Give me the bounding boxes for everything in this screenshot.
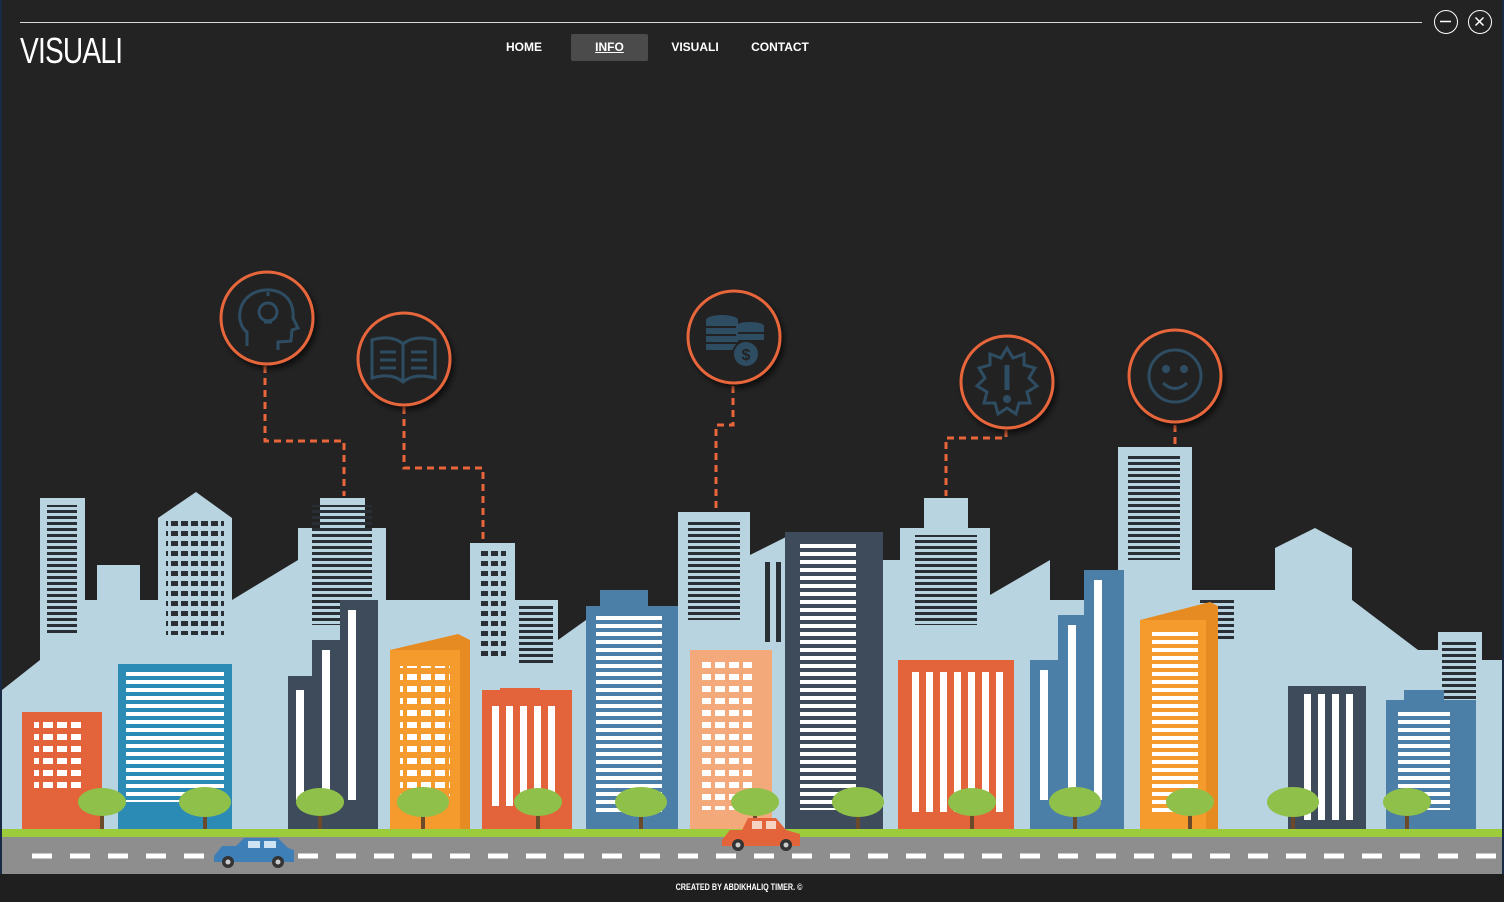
info-ring-5[interactable] xyxy=(1127,328,1223,424)
info-ring-4[interactable] xyxy=(959,334,1055,430)
info-ring-3[interactable]: $ xyxy=(686,289,782,385)
city-illustration: $ xyxy=(2,270,1502,875)
info-ring-2[interactable] xyxy=(356,311,452,407)
footer-credit: CREATED BY ABDIKHALIQ TIMER. © xyxy=(675,882,803,892)
info-ring-1[interactable] xyxy=(219,270,315,366)
svg-text:$: $ xyxy=(742,347,751,364)
